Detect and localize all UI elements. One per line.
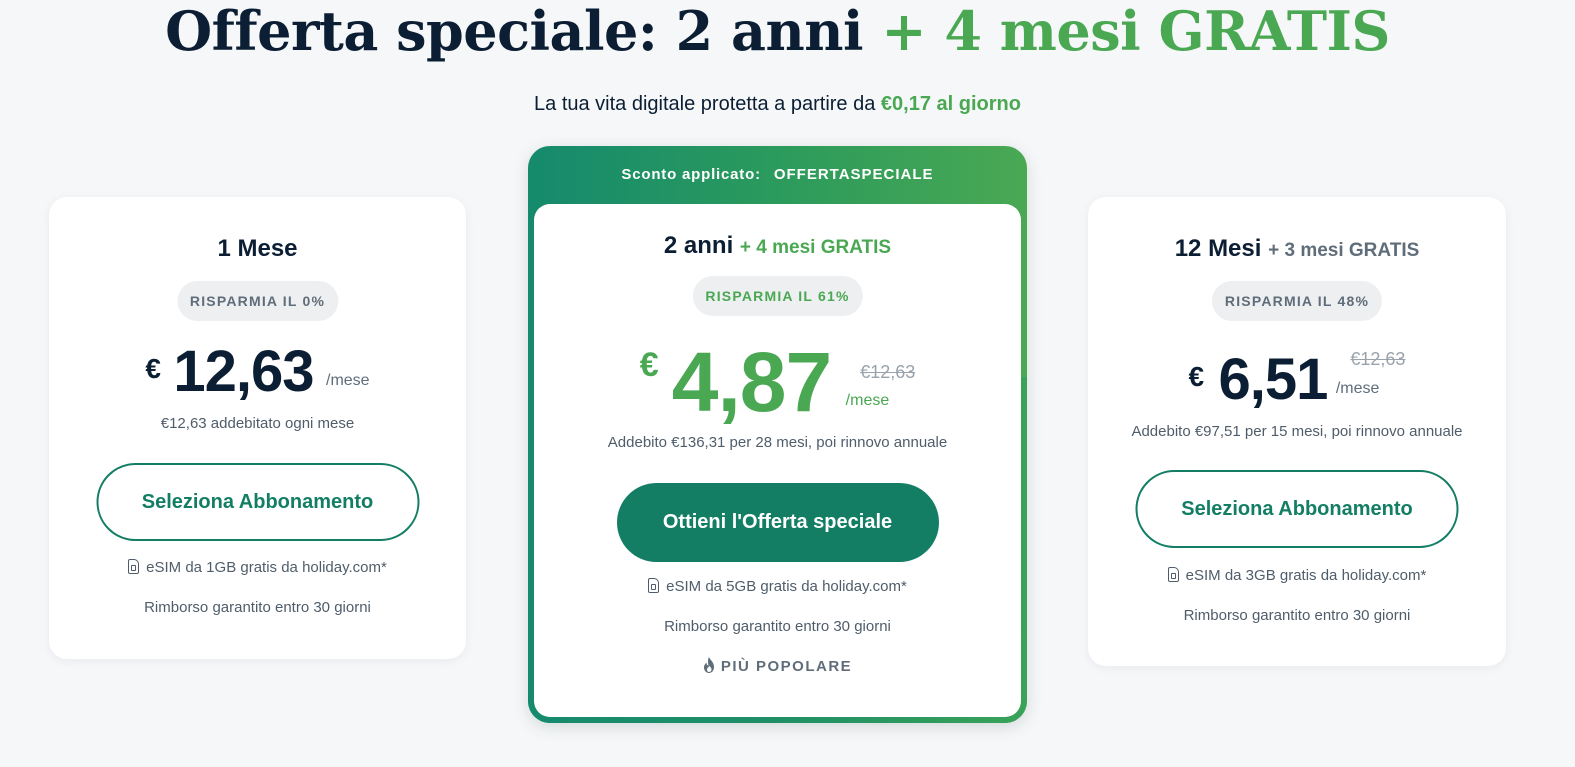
plan-card-2-years-featured: Sconto applicato: OFFERTASPECIALE 2 anni… xyxy=(528,146,1027,723)
page-title-main: Offerta speciale: 2 anni xyxy=(165,0,864,63)
featured-card-body: 2 anni + 4 mesi GRATIS RISPARMIA IL 61% … xyxy=(534,204,1021,717)
esim-offer-text: eSIM da 1GB gratis da holiday.com* xyxy=(146,559,387,576)
savings-badge: RISPARMIA IL 0% xyxy=(176,281,339,321)
plan-title-main: 2 anni xyxy=(663,232,734,259)
refund-guarantee: Rimborso garantito entro 30 giorni xyxy=(1183,607,1411,624)
plan-title-main: 1 Mese xyxy=(217,235,298,262)
select-plan-button[interactable]: Seleziona Abbonamento xyxy=(96,463,419,541)
esim-offer: eSIM da 1GB gratis da holiday.com* xyxy=(49,559,466,576)
page-subtitle: La tua vita digitale protetta a partire … xyxy=(0,90,1555,118)
plan-title: 2 anni + 4 mesi GRATIS xyxy=(534,232,1021,260)
price-row: € 4,87 €12,63 /mese xyxy=(534,336,1021,428)
billing-info: Addebito €136,31 per 28 mesi, poi rinnov… xyxy=(607,434,948,451)
savings-badge: RISPARMIA IL 48% xyxy=(1211,281,1383,321)
page-title-highlight: + 4 mesi GRATIS xyxy=(881,0,1390,63)
original-price: €12,63 xyxy=(860,362,916,382)
page-subtitle-main: La tua vita digitale protetta a partire … xyxy=(534,93,876,115)
sim-card-icon xyxy=(128,559,140,574)
currency-symbol: € xyxy=(639,346,659,384)
most-popular-label: PIÙ POPOLARE xyxy=(534,657,1021,675)
discount-code: OFFERTASPECIALE xyxy=(773,166,934,183)
plan-card-12-months: 12 Mesi + 3 mesi GRATIS RISPARMIA IL 48%… xyxy=(1088,197,1506,666)
select-plan-button[interactable]: Seleziona Abbonamento xyxy=(1135,470,1459,548)
plan-title-extra: + 3 mesi GRATIS xyxy=(1268,240,1420,261)
billing-info: Addebito €97,51 per 15 mesi, poi rinnovo… xyxy=(1131,423,1463,440)
refund-guarantee: Rimborso garantito entro 30 giorni xyxy=(144,599,371,616)
plan-title: 12 Mesi + 3 mesi GRATIS xyxy=(1088,235,1506,263)
original-price: €12,63 xyxy=(1350,349,1406,369)
refund-guarantee: Rimborso garantito entro 30 giorni xyxy=(664,618,891,635)
discount-applied-banner: Sconto applicato: OFFERTASPECIALE xyxy=(528,166,1027,183)
price-period: /mese xyxy=(845,392,890,409)
currency-symbol: € xyxy=(1188,361,1205,392)
esim-offer-text: eSIM da 3GB gratis da holiday.com* xyxy=(1185,567,1427,584)
price-period: /mese xyxy=(1335,380,1380,397)
discount-label: Sconto applicato: xyxy=(621,166,761,183)
price-row: € 6,51 €12,63 /mese xyxy=(1088,347,1506,413)
plan-title-extra: + 4 mesi GRATIS xyxy=(739,237,892,258)
pricing-page: Offerta speciale: 2 anni + 4 mesi GRATIS… xyxy=(0,0,1575,767)
price-amount: 4,87 xyxy=(671,335,832,429)
esim-offer-text: eSIM da 5GB gratis da holiday.com* xyxy=(666,578,907,595)
billing-info: €12,63 addebitato ogni mese xyxy=(160,415,355,432)
price-amount: 6,51 xyxy=(1218,347,1329,412)
plan-card-1-month: 1 Mese RISPARMIA IL 0% € 12,63 /mese €12… xyxy=(49,197,466,659)
price-amount: 12,63 xyxy=(173,339,314,404)
get-special-offer-button[interactable]: Ottieni l'Offerta speciale xyxy=(616,483,939,562)
esim-offer: eSIM da 5GB gratis da holiday.com* xyxy=(534,578,1021,595)
flame-icon xyxy=(703,657,714,673)
esim-offer: eSIM da 3GB gratis da holiday.com* xyxy=(1088,567,1506,584)
price-period: /mese xyxy=(326,372,370,389)
plan-title-main: 12 Mesi xyxy=(1174,235,1262,262)
currency-symbol: € xyxy=(145,353,161,384)
sim-card-icon xyxy=(648,578,660,593)
most-popular-text: PIÙ POPOLARE xyxy=(720,658,853,675)
sim-card-icon xyxy=(1167,567,1179,582)
savings-badge: RISPARMIA IL 61% xyxy=(692,276,863,316)
plan-title: 1 Mese xyxy=(49,235,466,263)
page-subtitle-highlight: €0,17 al giorno xyxy=(880,93,1021,115)
price-row: € 12,63 /mese xyxy=(49,339,466,405)
page-title: Offerta speciale: 2 anni + 4 mesi GRATIS xyxy=(0,0,1555,62)
